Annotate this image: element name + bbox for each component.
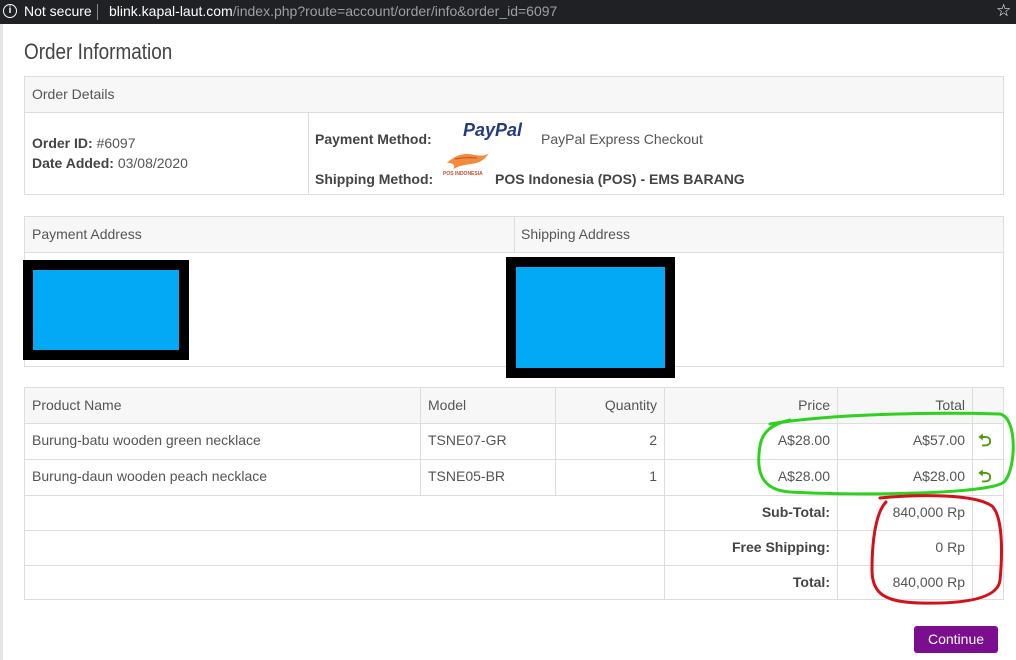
red-highlight-loop [870, 494, 1003, 605]
annotation-overlay [757, 411, 1015, 605]
green-highlight-loop [757, 411, 1015, 496]
continue-button[interactable]: Continue [914, 626, 998, 653]
